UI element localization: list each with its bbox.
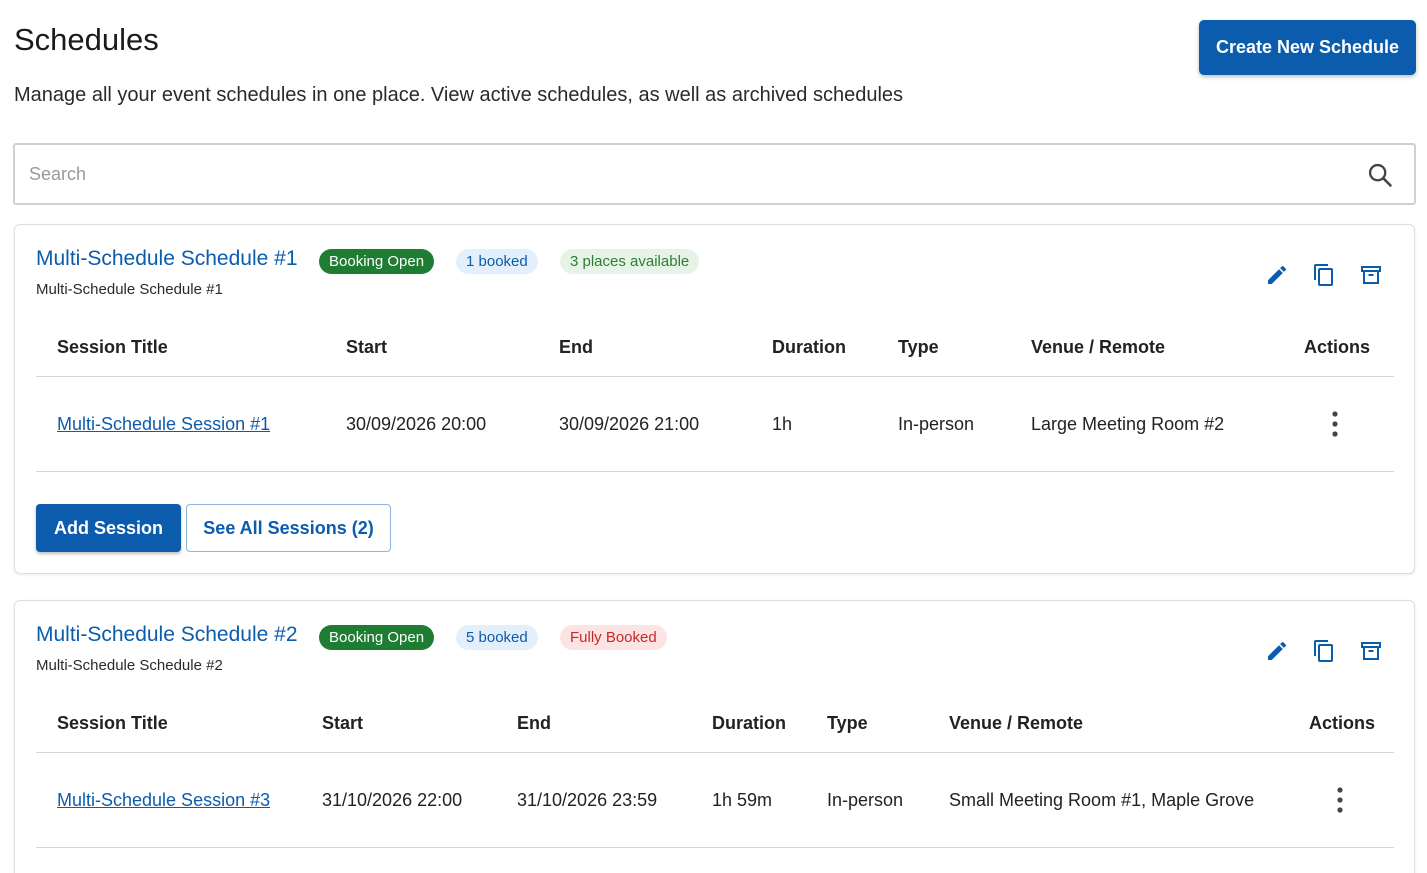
column-header: Venue / Remote bbox=[949, 713, 1084, 733]
column-header: Venue / Remote bbox=[1031, 337, 1166, 357]
status-badge: Booking Open bbox=[319, 249, 435, 274]
page-subtitle: Manage all your event schedules in one p… bbox=[14, 84, 904, 106]
column-header: Duration bbox=[712, 713, 786, 733]
see-all-sessions-button[interactable]: See All Sessions (2) bbox=[186, 504, 391, 552]
archive-icon[interactable] bbox=[1359, 639, 1383, 663]
table-row: Multi-Schedule Session #1 30/09/2026 20:… bbox=[36, 377, 1394, 472]
column-header: Session Title bbox=[57, 713, 168, 733]
table-row: Multi-Schedule Session #3 31/10/2026 22:… bbox=[36, 753, 1394, 848]
more-vert-icon[interactable] bbox=[1328, 785, 1352, 815]
column-header: Session Title bbox=[57, 337, 168, 357]
edit-icon[interactable] bbox=[1265, 263, 1289, 287]
schedule-title[interactable]: Multi-Schedule Schedule #1 bbox=[36, 247, 298, 271]
schedule-title[interactable]: Multi-Schedule Schedule #2 bbox=[36, 623, 298, 647]
session-duration: 1h bbox=[772, 414, 793, 434]
schedule-subtitle: Multi-Schedule Schedule #1 bbox=[36, 281, 223, 298]
column-header: End bbox=[517, 713, 551, 733]
archive-icon[interactable] bbox=[1359, 263, 1383, 287]
column-header: End bbox=[559, 337, 593, 357]
session-title-link[interactable]: Multi-Schedule Session #1 bbox=[57, 414, 270, 435]
column-header: Start bbox=[322, 713, 364, 733]
search-icon[interactable] bbox=[1366, 161, 1394, 189]
edit-icon[interactable] bbox=[1265, 639, 1289, 663]
column-header: Actions bbox=[1309, 713, 1376, 733]
booked-badge: 5 booked bbox=[456, 625, 538, 650]
schedule-subtitle: Multi-Schedule Schedule #2 bbox=[36, 657, 223, 674]
duplicate-icon[interactable] bbox=[1312, 263, 1336, 287]
schedule-card: Multi-Schedule Schedule #2 Multi-Schedul… bbox=[14, 600, 1415, 873]
table-header: Session Title Start End Duration Type Ve… bbox=[36, 317, 1394, 377]
add-session-button[interactable]: Add Session bbox=[36, 504, 181, 552]
availability-badge: 3 places available bbox=[560, 249, 700, 274]
availability-badge: Fully Booked bbox=[560, 625, 667, 650]
column-header: Actions bbox=[1304, 337, 1371, 357]
page-title: Schedules bbox=[14, 22, 159, 57]
schedule-card: Multi-Schedule Schedule #1 Multi-Schedul… bbox=[14, 224, 1415, 574]
session-start: 30/09/2026 20:00 bbox=[346, 414, 487, 434]
create-new-schedule-button[interactable]: Create New Schedule bbox=[1199, 20, 1416, 75]
session-venue: Large Meeting Room #2 bbox=[1031, 414, 1225, 434]
session-type: In-person bbox=[898, 414, 975, 434]
session-title-link[interactable]: Multi-Schedule Session #3 bbox=[57, 790, 270, 811]
session-venue: Small Meeting Room #1, Maple Grove bbox=[949, 790, 1255, 810]
column-header: Type bbox=[827, 713, 868, 733]
column-header: Duration bbox=[772, 337, 846, 357]
search-bar bbox=[13, 143, 1416, 205]
column-header: Start bbox=[346, 337, 388, 357]
table-header: Session Title Start End Duration Type Ve… bbox=[36, 693, 1394, 753]
session-end: 30/09/2026 21:00 bbox=[559, 414, 700, 434]
sessions-table: Session Title Start End Duration Type Ve… bbox=[36, 317, 1394, 472]
duplicate-icon[interactable] bbox=[1312, 639, 1336, 663]
session-start: 31/10/2026 22:00 bbox=[322, 790, 463, 810]
sessions-table: Session Title Start End Duration Type Ve… bbox=[36, 693, 1394, 848]
session-type: In-person bbox=[827, 790, 904, 810]
session-end: 31/10/2026 23:59 bbox=[517, 790, 658, 810]
session-duration: 1h 59m bbox=[712, 790, 773, 810]
column-header: Type bbox=[898, 337, 939, 357]
status-badge: Booking Open bbox=[319, 625, 435, 650]
booked-badge: 1 booked bbox=[456, 249, 538, 274]
more-vert-icon[interactable] bbox=[1323, 409, 1347, 439]
search-input[interactable] bbox=[29, 157, 1329, 191]
